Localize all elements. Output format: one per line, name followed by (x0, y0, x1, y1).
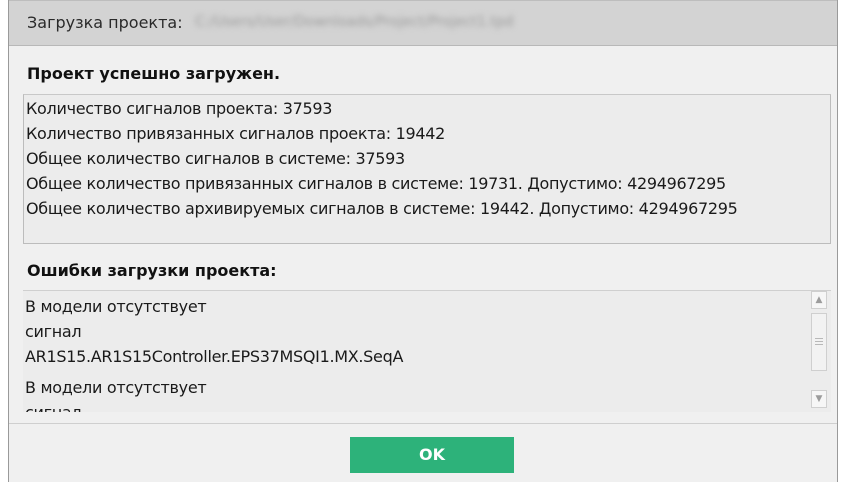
project-load-dialog: Загрузка проекта: C:/Users/User/Download… (8, 0, 838, 482)
success-heading: Проект успешно загружен. (27, 64, 281, 83)
scroll-down-icon[interactable]: ▼ (811, 390, 827, 408)
info-line: Общее количество архивируемых сигналов в… (26, 199, 738, 218)
error-line: сигнал (25, 403, 82, 412)
error-line: сигнал (25, 322, 82, 341)
project-info-box: Количество сигналов проекта: 37593 Колич… (23, 94, 831, 244)
error-line: AR1S15.AR1S15Controller.EPS37MSQI1.MX.Se… (25, 347, 404, 366)
info-line: Общее количество привязанных сигналов в … (26, 174, 726, 193)
ok-button[interactable]: OK (350, 437, 514, 473)
info-line: Общее количество сигналов в системе: 375… (26, 149, 405, 168)
scroll-thumb[interactable] (811, 313, 827, 371)
footer-divider (9, 423, 837, 424)
error-line: В модели отсутствует (25, 297, 207, 316)
errors-list[interactable]: В модели отсутствует сигнал AR1S15.AR1S1… (23, 290, 831, 412)
dialog-title: Загрузка проекта: (27, 13, 183, 32)
info-line: Количество сигналов проекта: 37593 (26, 99, 333, 118)
errors-heading: Ошибки загрузки проекта: (27, 261, 277, 280)
info-line: Количество привязанных сигналов проекта:… (26, 124, 445, 143)
scroll-up-icon[interactable]: ▲ (811, 291, 827, 309)
errors-scrollbar[interactable]: ▲ ▼ (811, 291, 827, 409)
project-path-redacted: C:/Users/User/Downloads/Project/Project1… (195, 14, 514, 30)
title-bar: Загрузка проекта: C:/Users/User/Download… (9, 0, 837, 46)
error-line: В модели отсутствует (25, 378, 207, 397)
